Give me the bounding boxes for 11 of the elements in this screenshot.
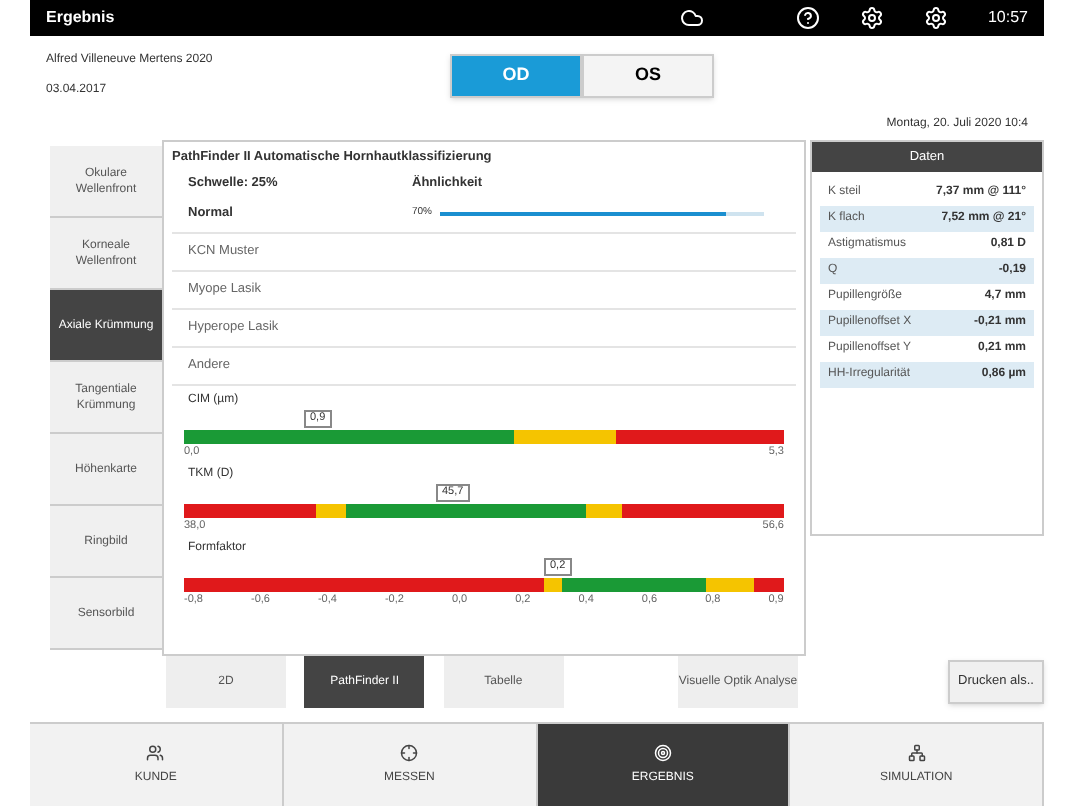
cloud-icon[interactable] bbox=[679, 6, 704, 30]
nav-icon bbox=[400, 743, 419, 761]
window-title: Ergebnis bbox=[46, 6, 115, 30]
nav-icon bbox=[146, 743, 165, 761]
gear-icon[interactable] bbox=[923, 6, 948, 30]
eye-tab[interactable]: OS bbox=[582, 54, 714, 98]
help-icon[interactable] bbox=[795, 6, 820, 30]
settings-icon[interactable] bbox=[859, 6, 884, 30]
nav-icon bbox=[653, 743, 672, 761]
clock-time: 10:57 bbox=[987, 6, 1028, 30]
nav-icon bbox=[907, 743, 926, 761]
